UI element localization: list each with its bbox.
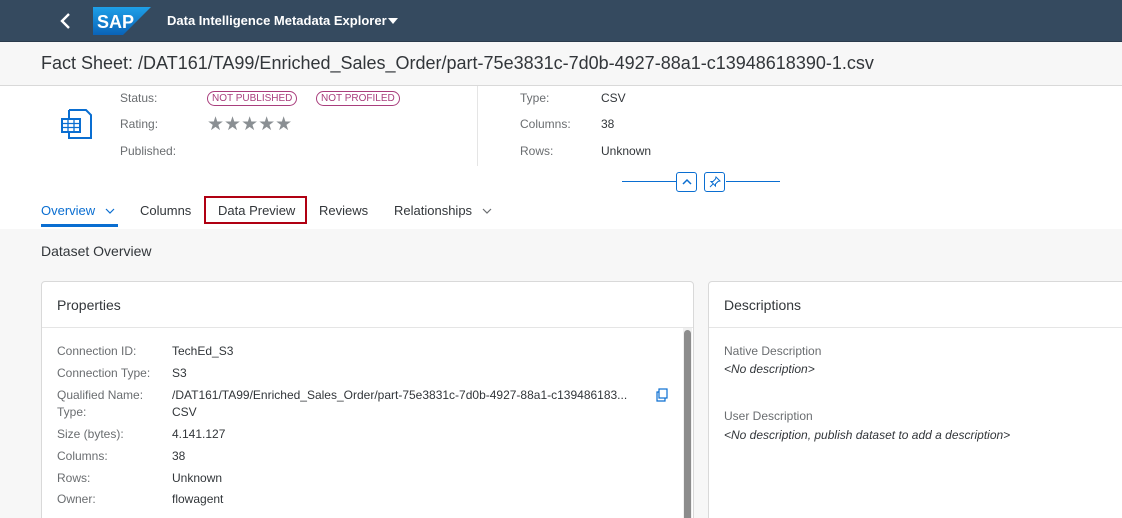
section-title: Dataset Overview	[41, 243, 152, 259]
property-label: Connection Type:	[57, 366, 151, 380]
copy-icon[interactable]	[655, 388, 669, 402]
status-label: Status:	[120, 91, 158, 105]
properties-scrollbar-thumb[interactable]	[684, 330, 691, 518]
header-collapse-line-right	[726, 181, 780, 182]
native-description-label: Native Description	[724, 344, 822, 358]
properties-card-header: Properties	[42, 282, 693, 328]
chevron-down-icon	[105, 208, 115, 214]
dataset-table-icon	[61, 109, 92, 139]
tab-columns[interactable]: Columns	[140, 203, 191, 218]
tab-columns-label: Columns	[140, 203, 192, 218]
user-description-label: User Description	[724, 409, 813, 423]
tab-reviews-label: Reviews	[319, 203, 369, 218]
descriptions-card-header: Descriptions	[709, 282, 1122, 328]
property-value: Unknown	[172, 471, 223, 485]
property-label: Qualified Name:	[57, 388, 144, 402]
status-badge-not-published: NOT PUBLISHED	[207, 91, 298, 106]
chevron-left-icon	[60, 13, 70, 29]
property-value: 38	[172, 449, 186, 463]
tab-relationships[interactable]: Relationships	[394, 203, 492, 218]
svg-text:SAP: SAP	[97, 12, 134, 32]
property-value: /DAT161/TA99/Enriched_Sales_Order/part-7…	[172, 388, 628, 402]
property-value: flowagent	[172, 492, 224, 506]
tab-overview-label: Overview	[41, 203, 96, 218]
page-title: Fact Sheet: /DAT161/TA99/Enriched_Sales_…	[41, 53, 874, 73]
property-label: Size (bytes):	[57, 427, 124, 441]
properties-card: Properties Connection ID: TechEd_S3 Conn…	[41, 281, 694, 518]
rating-label: Rating:	[120, 117, 159, 131]
collapse-header-button[interactable]	[676, 172, 697, 192]
pin-icon	[709, 176, 721, 188]
columns-label: Columns:	[520, 117, 571, 131]
app-title[interactable]: Data Intelligence Metadata Explorer	[167, 13, 387, 28]
active-tab-indicator	[41, 224, 118, 227]
columns-value: 38	[601, 117, 615, 131]
back-button[interactable]	[56, 10, 76, 32]
status-badge-not-profiled: NOT PROFILED	[316, 91, 400, 106]
descriptions-card: Descriptions Native Description <No desc…	[708, 281, 1122, 518]
property-label: Connection ID:	[57, 344, 137, 358]
properties-title: Properties	[57, 297, 121, 313]
type-value: CSV	[601, 91, 626, 105]
property-value: CSV	[172, 405, 197, 419]
property-label: Owner:	[57, 492, 96, 506]
rating-stars[interactable]: ★★★★★	[207, 115, 292, 135]
pin-header-button[interactable]	[704, 172, 725, 192]
data-preview-highlight-box	[204, 196, 307, 224]
property-value: S3	[172, 366, 187, 380]
caret-down-icon[interactable]	[387, 16, 399, 26]
descriptions-title: Descriptions	[724, 297, 802, 313]
page-header: Fact Sheet: /DAT161/TA99/Enriched_Sales_…	[0, 42, 1122, 86]
object-header: Status: NOT PUBLISHED NOT PROFILED Ratin…	[0, 86, 1122, 229]
published-label: Published:	[120, 144, 177, 158]
property-label: Columns:	[57, 449, 108, 463]
shell-bar: SAP Data Intelligence Metadata Explorer	[0, 0, 1122, 42]
property-label: Rows:	[57, 471, 91, 485]
type-label: Type:	[520, 91, 550, 105]
tab-reviews[interactable]: Reviews	[319, 203, 368, 218]
header-collapse-line-left	[622, 181, 676, 182]
rows-label: Rows:	[520, 144, 554, 158]
native-description-value: <No description>	[724, 362, 815, 376]
rows-value: Unknown	[601, 144, 652, 158]
header-divider	[477, 86, 478, 166]
property-value: 4.141.127	[172, 427, 226, 441]
sap-logo[interactable]: SAP	[93, 7, 151, 35]
chevron-down-icon	[482, 208, 492, 214]
user-description-value: <No description, publish dataset to add …	[724, 428, 1011, 442]
chevron-up-icon	[681, 178, 692, 185]
tab-overview[interactable]: Overview	[41, 203, 115, 218]
property-label: Type:	[57, 405, 87, 419]
tab-relationships-label: Relationships	[394, 203, 473, 218]
property-value: TechEd_S3	[172, 344, 234, 358]
